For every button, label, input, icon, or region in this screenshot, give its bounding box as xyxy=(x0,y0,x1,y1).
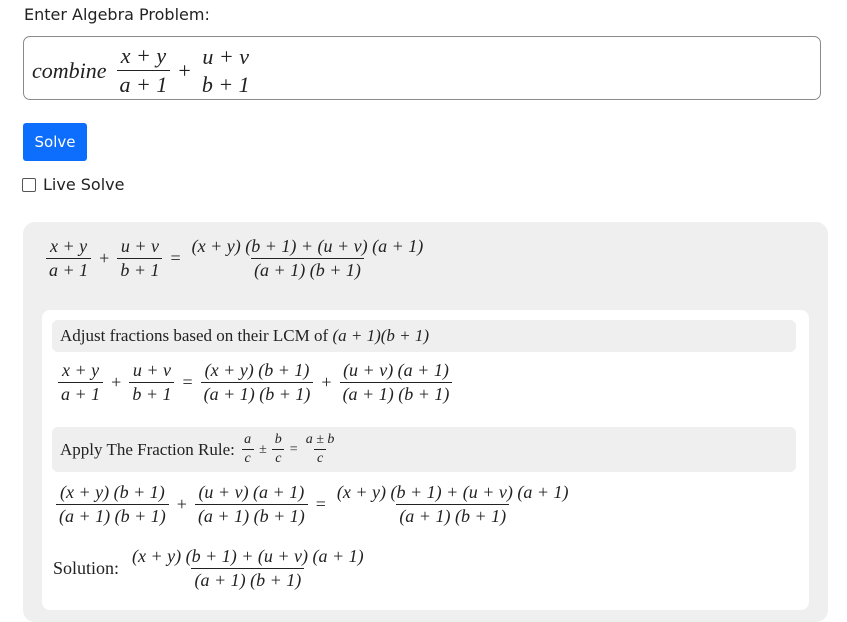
numerator: (u + v) (a + 1) xyxy=(198,482,305,502)
solve-button[interactable]: Solve xyxy=(23,123,87,161)
live-solve-label: Live Solve xyxy=(43,175,125,194)
denominator: b + 1 xyxy=(129,382,175,405)
input-fraction-2-numerator: u + v xyxy=(202,43,250,69)
step-1-title-math: (a + 1)(b + 1) xyxy=(332,326,430,345)
rule-fraction-2: b c xyxy=(272,432,285,467)
solution-row: Solution: (x + y) (b + 1) + (u + v) (a +… xyxy=(53,546,369,591)
denominator: (a + 1) (b + 1) xyxy=(194,504,308,527)
denominator: (a + 1) (b + 1) xyxy=(191,568,305,591)
problem-input-content: combine x + y a + 1 + u + v b + 1 xyxy=(32,43,255,98)
input-fraction-2: u + v b + 1 xyxy=(199,44,253,98)
plus-minus-operator: ± xyxy=(259,441,267,457)
step-2-title: Apply The Fraction Rule: a c ± b c = a ±… xyxy=(52,427,796,472)
step-2-title-text: Apply The Fraction Rule: xyxy=(60,439,240,459)
equals-operator: = xyxy=(170,248,181,268)
numerator: b xyxy=(274,432,282,447)
solution-steps-card: Adjust fractions based on their LCM of (… xyxy=(42,310,809,610)
problem-input[interactable]: combine x + y a + 1 + u + v b + 1 xyxy=(23,36,821,100)
rule-fraction-3: a ± b c xyxy=(303,432,338,467)
equals-operator: = xyxy=(289,441,298,457)
plus-operator: + xyxy=(99,248,110,268)
numerator: (x + y) (b + 1) + (u + v) (a + 1) xyxy=(132,546,364,566)
denominator: (a + 1) (b + 1) xyxy=(339,382,453,405)
input-command: combine xyxy=(32,57,107,83)
denominator: c xyxy=(313,449,327,467)
denominator: (a + 1) (b + 1) xyxy=(56,504,169,527)
denominator: a + 1 xyxy=(46,258,92,281)
numerator: (x + y) (b + 1) + (u + v) (a + 1) xyxy=(336,482,569,502)
denominator: (a + 1) (b + 1) xyxy=(396,504,510,527)
live-solve-toggle[interactable]: Live Solve xyxy=(22,175,124,194)
denominator: (a + 1) (b + 1) xyxy=(251,258,364,281)
numerator: x + y xyxy=(62,360,100,380)
step-2-equation: (x + y) (b + 1) (a + 1) (b + 1) + (u + v… xyxy=(54,482,574,527)
summary-rhs-fraction: (x + y) (b + 1) + (u + v) (a + 1) (a + 1… xyxy=(189,236,427,281)
equals-operator: = xyxy=(182,372,193,392)
denominator: c xyxy=(272,449,285,467)
numerator: a xyxy=(244,432,252,447)
step-1-rhs-fraction-2: (u + v) (a + 1) (a + 1) (b + 1) xyxy=(339,360,453,405)
denominator: c xyxy=(241,449,254,467)
numerator: (x + y) (b + 1) xyxy=(60,482,165,502)
step-1-title-text: Adjust fractions based on their LCM of xyxy=(60,326,333,345)
summary-lhs-fraction-2: u + v b + 1 xyxy=(117,236,163,281)
result-panel: x + y a + 1 + u + v b + 1 = (x + y) (b +… xyxy=(23,222,828,622)
denominator: b + 1 xyxy=(117,258,163,281)
step-1-title: Adjust fractions based on their LCM of (… xyxy=(52,320,796,352)
problem-prompt-label: Enter Algebra Problem: xyxy=(24,5,210,24)
step-2-rhs-fraction: (x + y) (b + 1) + (u + v) (a + 1) (a + 1… xyxy=(334,482,572,527)
step-1-lhs-fraction-2: u + v b + 1 xyxy=(129,360,175,405)
fraction-rule: a c ± b c = a ± b c xyxy=(239,432,339,467)
step-2-lhs-fraction-1: (x + y) (b + 1) (a + 1) (b + 1) xyxy=(56,482,169,527)
summary-lhs-fraction-1: x + y a + 1 xyxy=(46,236,92,281)
input-fraction-1-numerator: x + y xyxy=(120,43,167,68)
numerator: u + v xyxy=(120,236,159,256)
numerator: (u + v) (a + 1) xyxy=(343,360,449,380)
numerator: x + y xyxy=(50,236,88,256)
input-fraction-2-denominator: b + 1 xyxy=(201,71,250,97)
plus-operator: + xyxy=(176,494,187,514)
denominator: (a + 1) (b + 1) xyxy=(200,382,314,405)
input-operator: + xyxy=(178,57,191,83)
plus-operator: + xyxy=(321,372,332,392)
step-1-equation: x + y a + 1 + u + v b + 1 = (x + y) (b +… xyxy=(56,360,454,405)
input-fraction-1-denominator: a + 1 xyxy=(116,70,171,98)
input-fraction-1: x + y a + 1 xyxy=(116,43,171,98)
solution-fraction: (x + y) (b + 1) + (u + v) (a + 1) (a + 1… xyxy=(129,546,367,591)
step-1-rhs-fraction-1: (x + y) (b + 1) (a + 1) (b + 1) xyxy=(200,360,314,405)
step-2-lhs-fraction-2: (u + v) (a + 1) (a + 1) (b + 1) xyxy=(194,482,308,527)
numerator: u + v xyxy=(132,360,171,380)
solution-label: Solution: xyxy=(53,558,120,578)
equals-operator: = xyxy=(315,494,326,514)
numerator: a ± b xyxy=(305,432,335,447)
rule-fraction-1: a c xyxy=(241,432,254,467)
denominator: a + 1 xyxy=(58,382,104,405)
plus-operator: + xyxy=(111,372,122,392)
numerator: (x + y) (b + 1) xyxy=(204,360,310,380)
live-solve-checkbox[interactable] xyxy=(22,177,36,192)
numerator: (x + y) (b + 1) + (u + v) (a + 1) xyxy=(191,236,424,256)
summary-equation: x + y a + 1 + u + v b + 1 = (x + y) (b +… xyxy=(44,236,428,281)
step-1-lhs-fraction-1: x + y a + 1 xyxy=(58,360,104,405)
